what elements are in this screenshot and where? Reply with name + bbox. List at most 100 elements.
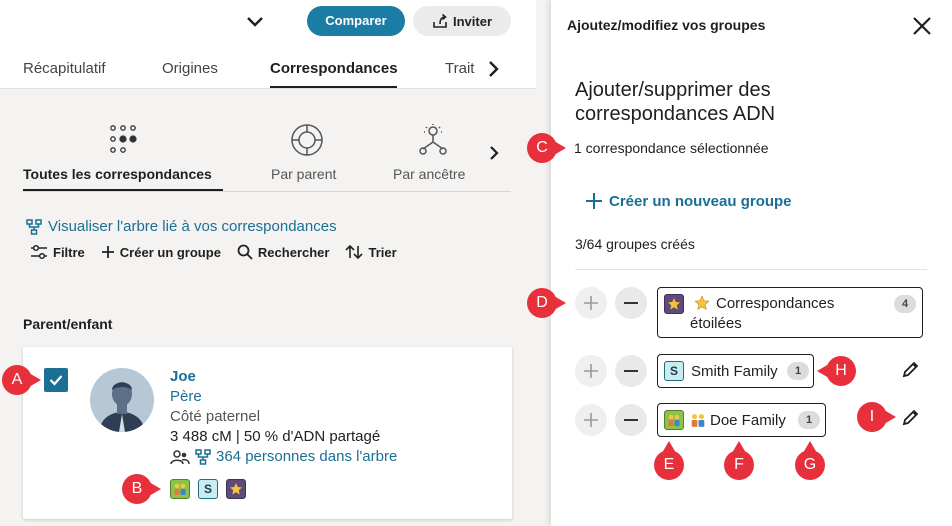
create-new-group-label: Créer un nouveau groupe [609,192,792,210]
smith-group-badge: S [664,361,684,381]
match-group-badges: S [170,479,246,499]
callout-marker-f: F [724,441,754,480]
panel-title: Ajoutez/modifiez vos groupes [567,17,766,33]
group-name-doe: Doe Family [710,411,786,429]
family-icon [668,414,680,426]
match-tree-link[interactable]: 364 personnes dans l'arbre [170,448,397,465]
tab-matches[interactable]: Correspondances [270,60,398,77]
starred-group-badge [664,294,684,314]
plus-icon [101,246,114,258]
view-tree-label: Visualiser l'arbre lié à vos corresponda… [48,218,337,235]
people-icon [170,449,190,464]
compare-button[interactable]: Comparer [307,6,405,36]
callout-marker-h: H [817,356,856,386]
group-member-count: 1 [798,411,820,429]
minus-icon [624,302,638,304]
group-name-starred: Correspondances étoilées [690,295,835,332]
group-member-count: 4 [894,295,916,313]
add-to-group-button[interactable] [575,355,607,387]
panel-heading: Ajouter/supprimer des correspondances AD… [575,79,776,125]
chevron-right-icon[interactable] [483,58,503,80]
filter-label: Filtre [53,244,85,260]
star-icon [230,483,242,495]
share-icon [433,13,447,28]
create-group-label: Créer un groupe [119,244,221,260]
minus-icon [624,370,638,372]
plus-icon [586,193,602,209]
by-parent-icon [291,124,323,156]
search-label: Rechercher [257,244,330,260]
tree-people-label: 364 personnes dans l'arbre [216,448,398,465]
panel-divider [575,269,927,270]
callout-marker-i: I [857,402,896,432]
add-to-group-button[interactable] [575,287,607,319]
match-list-page: Comparer Inviter Récapitulatif Origines … [0,0,536,526]
group-count: 3/64 groupes créés [575,236,695,252]
create-group-button[interactable]: Créer un groupe [101,244,221,260]
sort-icon [345,244,364,260]
tab-recap[interactable]: Récapitulatif [23,60,106,77]
family-group-badge [664,410,684,430]
tab-origins[interactable]: Origines [162,60,218,77]
checkmark-icon [49,375,63,386]
remove-from-group-button[interactable] [615,355,647,387]
match-toolbar: Filtre Créer un groupe Rechercher Trier [30,244,397,260]
group-chip-smith[interactable]: S Smith Family 1 [657,354,814,388]
match-name[interactable]: Joe [170,368,196,385]
create-new-group-button[interactable]: Créer un nouveau groupe [585,192,792,210]
all-matches-icon [110,125,137,153]
search-icon [237,244,253,260]
subtab-all-matches[interactable]: Toutes les correspondances [23,166,212,182]
plus-icon [584,296,598,310]
subtab-divider [23,191,511,192]
view-tree-link[interactable]: Visualiser l'arbre lié à vos corresponda… [26,218,337,235]
filter-button[interactable]: Filtre [30,244,85,260]
search-button[interactable]: Rechercher [237,244,330,260]
by-ancestor-icon [419,124,447,155]
invite-label: Inviter [452,13,492,29]
person-silhouette-icon [100,382,144,432]
filter-sliders-icon [31,244,47,260]
tree-icon [195,448,211,465]
family-icon [174,483,186,495]
sort-label: Trier [368,244,397,260]
starred-group-badge [226,479,246,499]
match-checkbox[interactable] [44,368,68,392]
minus-icon [624,419,638,421]
add-to-group-button[interactable] [575,404,607,436]
match-relationship[interactable]: Père [170,388,202,405]
subtab-by-parent[interactable]: Par parent [271,166,336,182]
avatar[interactable] [90,368,154,432]
group-member-count: 1 [787,362,809,380]
active-subtab-indicator [23,189,223,191]
header-divider [0,88,536,89]
sort-button[interactable]: Trier [345,244,397,260]
edit-pencil-icon[interactable] [901,359,921,379]
group-chip-doe[interactable]: Doe Family 1 [657,403,826,437]
subtab-by-ancestor[interactable]: Par ancêtre [393,166,465,182]
callout-marker-a: A [2,365,41,395]
star-icon [668,298,680,310]
group-chip-starred[interactable]: Correspondances étoilées 4 [657,287,923,338]
section-title-parent-child: Parent/enfant [23,316,113,332]
edit-pencil-icon[interactable] [901,407,921,427]
chevron-down-icon[interactable] [244,10,266,32]
callout-marker-e: E [654,441,684,480]
callout-marker-d: D [527,288,566,318]
remove-from-group-button[interactable] [615,404,647,436]
chevron-right-icon[interactable] [485,143,503,163]
family-emoji-icon [691,413,705,427]
smith-group-badge: S [198,479,218,499]
plus-icon [584,413,598,427]
plus-icon [584,364,598,378]
tab-traits-clip: Trait [445,58,475,80]
callout-marker-b: B [122,474,161,504]
tab-traits[interactable]: Trait [445,60,474,77]
match-shared-dna: 3 488 cM | 50 % d'ADN partagé [170,428,381,445]
groups-panel: Ajoutez/modifiez vos groupes Ajouter/sup… [551,0,952,526]
invite-button[interactable]: Inviter [413,6,511,36]
callout-marker-g: G [795,441,825,480]
close-icon[interactable] [911,15,933,37]
remove-from-group-button[interactable] [615,287,647,319]
match-side: Côté paternel [170,408,261,425]
